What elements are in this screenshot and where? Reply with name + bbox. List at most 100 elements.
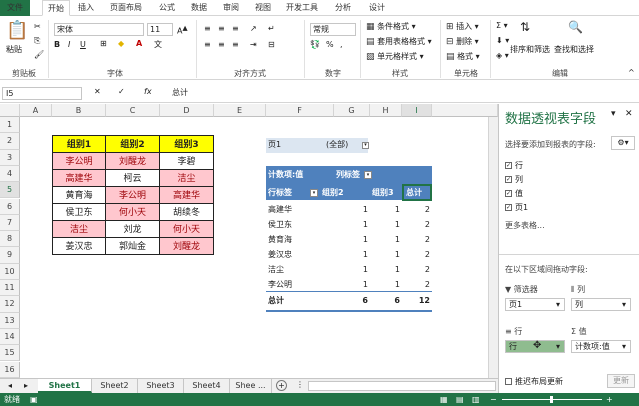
field-item[interactable]: ✓ 页1 (505, 202, 528, 213)
tab-developer[interactable]: 开发工具 (282, 0, 322, 16)
column-header[interactable]: C (106, 104, 160, 117)
tab-review[interactable]: 审阅 (218, 0, 244, 16)
pivot-page-value[interactable]: (全部) (326, 136, 348, 154)
phonetic-icon[interactable]: 文 (154, 39, 162, 50)
source-table-cell[interactable]: 李公明 (52, 152, 106, 170)
merge-icon[interactable]: ⊟ (268, 40, 275, 49)
vertical-scrollbar[interactable] (488, 117, 498, 378)
tab-view[interactable]: 视图 (250, 0, 276, 16)
font-size-select[interactable]: 11 (147, 23, 173, 36)
source-table-cell[interactable]: 高建华 (52, 169, 106, 187)
pivot-total-value[interactable]: 6 (370, 292, 400, 310)
row-header[interactable]: 7 (0, 214, 20, 232)
sheet-tab[interactable]: Sheet4 (184, 379, 230, 393)
percent-icon[interactable]: % (326, 40, 334, 49)
comma-icon[interactable]: , (340, 40, 343, 49)
indent-icon[interactable]: ⇥ (250, 40, 257, 49)
tab-insert[interactable]: 插入 (74, 0, 98, 16)
align-center-icon[interactable]: ≡ (218, 40, 225, 49)
row-header[interactable]: 5 (0, 182, 20, 199)
underline-button[interactable]: U (80, 40, 86, 49)
defer-update[interactable]: 推迟布局更新 (505, 376, 563, 387)
tab-formulas[interactable]: 公式 (154, 0, 180, 16)
page-filter-dropdown-icon[interactable]: ▾ (362, 142, 369, 149)
column-header[interactable]: F (266, 104, 334, 117)
close-icon[interactable]: ✕ (625, 109, 633, 119)
source-table-cell[interactable]: 刘龙 (105, 220, 160, 238)
row-header[interactable]: 4 (0, 165, 20, 183)
collapse-ribbon-icon[interactable]: ^ (628, 68, 635, 77)
source-table-cell[interactable]: 姜汉忠 (52, 237, 106, 255)
tab-page-layout[interactable]: 页面布局 (104, 0, 148, 16)
scroll-left-icon[interactable]: ◂ (8, 381, 12, 390)
border-icon[interactable]: ⊞ (100, 39, 107, 48)
row-header[interactable]: 16 (0, 361, 20, 378)
font-name-select[interactable]: 宋体 (54, 23, 144, 36)
source-table-cell[interactable]: 黄育海 (52, 186, 106, 204)
find-select-button[interactable]: 查找和选择 (554, 44, 594, 55)
pivot-col-header-1[interactable]: 组别2 (322, 184, 344, 202)
zoom-in-icon[interactable]: + (606, 393, 613, 406)
source-table-cell[interactable]: 何小天 (105, 203, 160, 221)
pivot-col-header-total[interactable]: 总计 (406, 184, 422, 202)
sheet-tab-active[interactable]: Sheet1 (38, 379, 92, 393)
delete-cells-button[interactable]: ⊟ 删除 ▾ (446, 36, 479, 47)
font-color-icon[interactable]: A (136, 39, 142, 48)
more-tables-link[interactable]: 更多表格... (505, 220, 545, 231)
cancel-icon[interactable]: ✕ (94, 87, 101, 96)
enter-icon[interactable]: ✓ (118, 87, 125, 96)
source-header-1[interactable]: 组别1 (52, 135, 106, 153)
number-format-select[interactable]: 常规 (310, 23, 356, 36)
source-table-cell[interactable]: 侯卫东 (52, 203, 106, 221)
format-painter-icon[interactable]: 🖌 (34, 50, 44, 59)
source-header-3[interactable]: 组别3 (159, 135, 214, 153)
update-button[interactable]: 更新 (607, 374, 635, 388)
pivot-total-value[interactable]: 6 (334, 292, 368, 310)
autosum-icon[interactable]: Σ ▾ (496, 21, 508, 30)
field-checkbox[interactable]: ✓ (505, 204, 512, 211)
field-item[interactable]: ✓ 列 (505, 174, 523, 185)
row-header[interactable]: 14 (0, 328, 20, 346)
pivot-col-header-2[interactable]: 组别3 (372, 184, 394, 202)
pivot-page-field[interactable] (266, 138, 368, 153)
macro-record-icon[interactable]: ▣ (30, 393, 38, 406)
source-table-cell[interactable]: 何小天 (159, 220, 214, 238)
wrap-text-icon[interactable]: ↵ (268, 24, 275, 33)
table-format-button[interactable]: ▤ 套用表格格式 ▾ (366, 36, 432, 47)
formula-input[interactable]: 总计 (168, 87, 634, 100)
row-header[interactable]: 15 (0, 345, 20, 362)
sheet-tab[interactable]: Sheet2 (92, 379, 138, 393)
column-filter-icon[interactable]: ▾ (364, 171, 372, 179)
pivot-count-label[interactable]: 计数项:值 (268, 166, 303, 184)
field-item[interactable]: ✓ 值 (505, 188, 523, 199)
row-header[interactable]: 12 (0, 296, 20, 313)
field-checkbox[interactable]: ✓ (505, 162, 512, 169)
row-header[interactable]: 10 (0, 263, 20, 280)
gear-icon[interactable]: ⚙▾ (611, 136, 635, 150)
tab-split-icon[interactable]: ⋮ (296, 380, 304, 389)
bold-button[interactable]: B (54, 40, 60, 49)
source-table-cell[interactable]: 胡续冬 (159, 203, 214, 221)
align-middle-icon[interactable]: ≡ (218, 24, 225, 33)
column-header[interactable]: H (370, 104, 402, 117)
row-header[interactable]: 13 (0, 312, 20, 329)
tab-design[interactable]: 设计 (364, 0, 390, 16)
column-header[interactable]: I (402, 104, 432, 117)
paste-button[interactable]: 粘贴 (6, 44, 22, 55)
row-header[interactable]: 9 (0, 247, 20, 264)
column-header[interactable]: E (214, 104, 266, 117)
source-table-cell[interactable]: 刘醒龙 (159, 237, 214, 255)
scroll-right-icon[interactable]: ▸ (24, 381, 28, 390)
italic-button[interactable]: I (68, 40, 70, 49)
fill-color-icon[interactable]: ◆ (118, 39, 124, 48)
source-table-cell[interactable]: 刘醒龙 (105, 152, 160, 170)
align-top-icon[interactable]: ≡ (204, 24, 211, 33)
row-header[interactable]: 6 (0, 198, 20, 215)
paste-icon[interactable]: 📋 (6, 20, 28, 41)
row-header[interactable]: 1 (0, 117, 20, 134)
pane-options-icon[interactable]: ▾ (611, 109, 616, 119)
view-normal-icon[interactable]: ▦ (440, 393, 448, 406)
row-header[interactable]: 2 (0, 133, 20, 150)
tab-data[interactable]: 数据 (186, 0, 212, 16)
align-left-icon[interactable]: ≡ (204, 40, 211, 49)
